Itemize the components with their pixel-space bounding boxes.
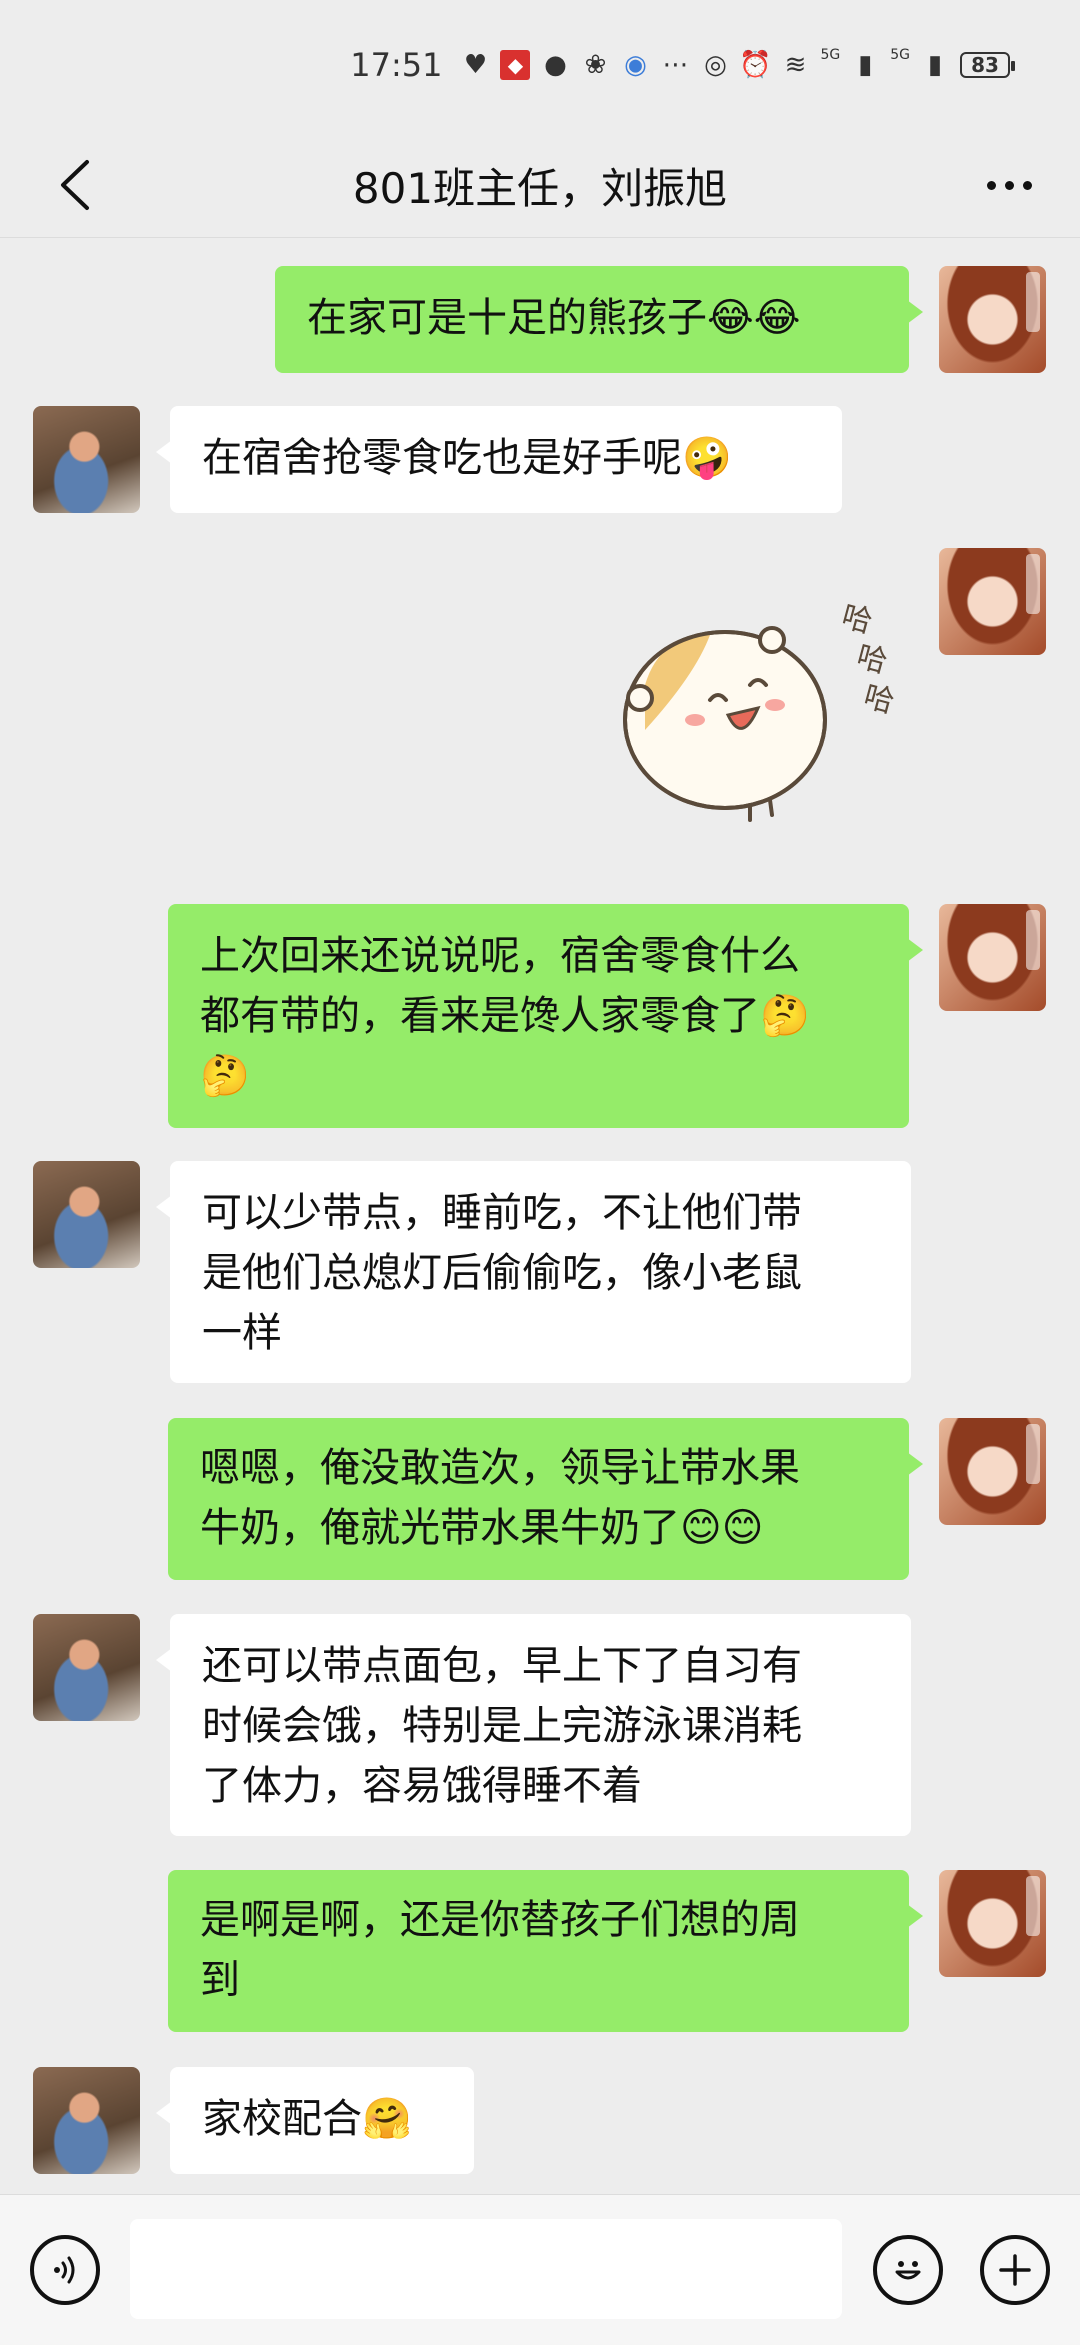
more-dot-icon bbox=[1022, 180, 1032, 190]
sticker-text-3: 哈 bbox=[860, 679, 898, 721]
chat-header: 801班主任，刘振旭 bbox=[0, 130, 1080, 240]
message-bubble-self[interactable]: 上次回来还说说呢，宿舍零食什么 都有带的，看来是馋人家零食了🤔 🤔 bbox=[168, 904, 923, 1128]
more-options-button[interactable] bbox=[974, 150, 1044, 220]
avatar-self[interactable] bbox=[939, 904, 1046, 1011]
clock: 17:51 bbox=[350, 46, 443, 84]
chevron-left-icon bbox=[61, 160, 89, 210]
back-button[interactable] bbox=[40, 150, 110, 220]
message-line: 了体力，容易饿得睡不着 bbox=[202, 1763, 642, 1809]
hamster-sticker[interactable]: 哈 哈 哈 bbox=[600, 580, 920, 840]
message-line: 是啊是啊，还是你替孩子们想的周 bbox=[200, 1897, 800, 1943]
message-line: 是他们总熄灯后偷偷吃，像小老鼠 bbox=[202, 1250, 802, 1296]
battery-icon: 83 bbox=[960, 52, 1015, 78]
app-notification-icon: ◆ bbox=[500, 50, 531, 80]
voice-icon bbox=[54, 2256, 75, 2284]
emoji-button[interactable] bbox=[873, 2235, 943, 2305]
more-notifications-icon: ⋯ bbox=[662, 50, 689, 80]
wifi-icon: ≋ bbox=[784, 50, 807, 80]
signal-icon-1: ▮ bbox=[858, 50, 873, 80]
message-bubble-contact[interactable]: 家校配合🤗 bbox=[156, 2067, 474, 2174]
signal-icon-2: ▮ bbox=[927, 50, 943, 80]
message-bubble-contact[interactable]: 在宿舍抢零食吃也是好手呢🤪 bbox=[156, 406, 842, 513]
alarm-icon: ⏰ bbox=[739, 50, 772, 80]
message-line: 时候会饿，特别是上完游泳课消耗 bbox=[202, 1703, 802, 1749]
network-label-1: 5G bbox=[820, 47, 841, 63]
browser-icon: ◉ bbox=[624, 50, 647, 80]
more-functions-button[interactable] bbox=[980, 2235, 1050, 2305]
network-label-2: 5G bbox=[890, 47, 910, 63]
smiley-icon bbox=[895, 2261, 921, 2280]
message-line: 嗯嗯，俺没敢造次，领导让带水果 bbox=[200, 1445, 800, 1491]
heart-icon: ♥ bbox=[463, 50, 488, 80]
avatar-contact[interactable] bbox=[33, 1161, 140, 1268]
avatar-self[interactable] bbox=[939, 1870, 1046, 1977]
message-text: 在家可是十足的熊孩子😂😂 bbox=[307, 295, 801, 341]
avatar-contact[interactable] bbox=[33, 2067, 140, 2174]
status-bar: 17:51 ♥ ◆ ● ❀ ◉ ⋯ ◎ ⏰ ≋ 5G ▮ 5G ▮ 83 bbox=[0, 0, 1080, 130]
message-line: 还可以带点面包，早上下了自习有 bbox=[202, 1643, 802, 1689]
sticker-text-1: 哈 bbox=[838, 599, 876, 641]
message-bubble-self[interactable]: 在家可是十足的熊孩子😂😂 bbox=[275, 266, 923, 373]
message-icon: ● bbox=[544, 50, 567, 80]
more-dot-icon bbox=[1004, 180, 1014, 190]
avatar-self[interactable] bbox=[939, 1418, 1046, 1525]
avatar-contact[interactable] bbox=[33, 1614, 140, 1721]
avatar-self[interactable] bbox=[939, 548, 1046, 655]
message-line: 🤔 bbox=[200, 1053, 250, 1099]
message-bubble-contact[interactable]: 可以少带点，睡前吃，不让他们带 是他们总熄灯后偷偷吃，像小老鼠 一样 bbox=[156, 1161, 911, 1383]
message-text: 在宿舍抢零食吃也是好手呢🤪 bbox=[202, 435, 732, 481]
sticker-text-2: 哈 bbox=[853, 639, 891, 681]
wechat-icon: ❀ bbox=[584, 50, 607, 80]
header-divider bbox=[0, 237, 1080, 238]
message-input[interactable] bbox=[130, 2219, 842, 2319]
message-line: 可以少带点，睡前吃，不让他们带 bbox=[202, 1190, 802, 1236]
chat-title: 801班主任，刘振旭 bbox=[352, 163, 728, 213]
avatar-self[interactable] bbox=[939, 266, 1046, 373]
message-line: 一样 bbox=[202, 1310, 282, 1356]
message-bubble-self[interactable]: 是啊是啊，还是你替孩子们想的周 到 bbox=[168, 1870, 923, 2032]
plus-icon bbox=[999, 2254, 1031, 2286]
input-bar bbox=[0, 2194, 1080, 2345]
message-line: 上次回来还说说呢，宿舍零食什么 bbox=[200, 933, 800, 979]
more-dot-icon bbox=[986, 180, 996, 190]
message-line: 牛奶，俺就光带水果牛奶了😊😊 bbox=[200, 1505, 764, 1551]
avatar-contact[interactable] bbox=[33, 406, 140, 513]
message-text: 家校配合🤗 bbox=[202, 2096, 412, 2142]
message-bubble-self[interactable]: 嗯嗯，俺没敢造次，领导让带水果 牛奶，俺就光带水果牛奶了😊😊 bbox=[168, 1418, 923, 1580]
message-bubble-contact[interactable]: 还可以带点面包，早上下了自习有 时候会饿，特别是上完游泳课消耗 了体力，容易饿得… bbox=[156, 1614, 911, 1836]
message-line: 都有带的，看来是馋人家零食了🤔 bbox=[200, 993, 810, 1039]
voice-input-button[interactable] bbox=[30, 2235, 100, 2305]
message-line: 到 bbox=[200, 1957, 240, 2003]
eye-icon: ◎ bbox=[704, 50, 727, 80]
